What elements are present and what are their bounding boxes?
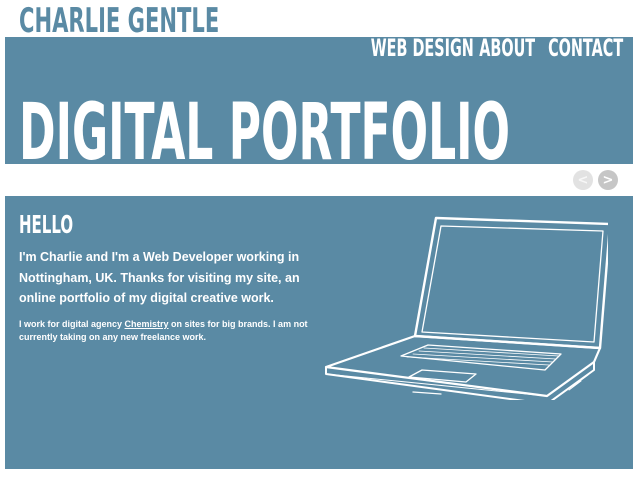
chevron-right-icon: > <box>602 172 614 188</box>
laptop-sketch-illustration <box>324 216 608 400</box>
slider-next-button[interactable]: > <box>598 170 618 190</box>
hero-banner: WEB DESIGN ABOUT CONTACT DIGITAL PORTFOL… <box>5 35 633 172</box>
slider-prev-button[interactable]: < <box>573 170 593 190</box>
chevron-left-icon: < <box>577 172 589 188</box>
intro-panel: HELLO I'm Charlie and I'm a Web Develope… <box>5 196 633 469</box>
nav-item-about[interactable]: ABOUT <box>479 35 535 61</box>
page-title: DIGITAL PORTFOLIO <box>19 88 511 178</box>
site-logo[interactable]: CHARLIE GENTLE <box>19 3 219 39</box>
footer-strip <box>0 469 640 477</box>
section-heading: HELLO <box>19 210 74 239</box>
nav-item-web-design[interactable]: WEB DESIGN <box>371 35 474 61</box>
agency-link[interactable]: Chemistry <box>125 319 169 329</box>
main-nav: WEB DESIGN ABOUT CONTACT <box>371 35 623 61</box>
nav-item-contact[interactable]: CONTACT <box>548 35 623 61</box>
employment-note-lead: I work for digital agency <box>19 319 125 329</box>
employment-note: I work for digital agency Chemistry on s… <box>19 318 319 344</box>
intro-text: I'm Charlie and I'm a Web Developer work… <box>19 250 300 305</box>
